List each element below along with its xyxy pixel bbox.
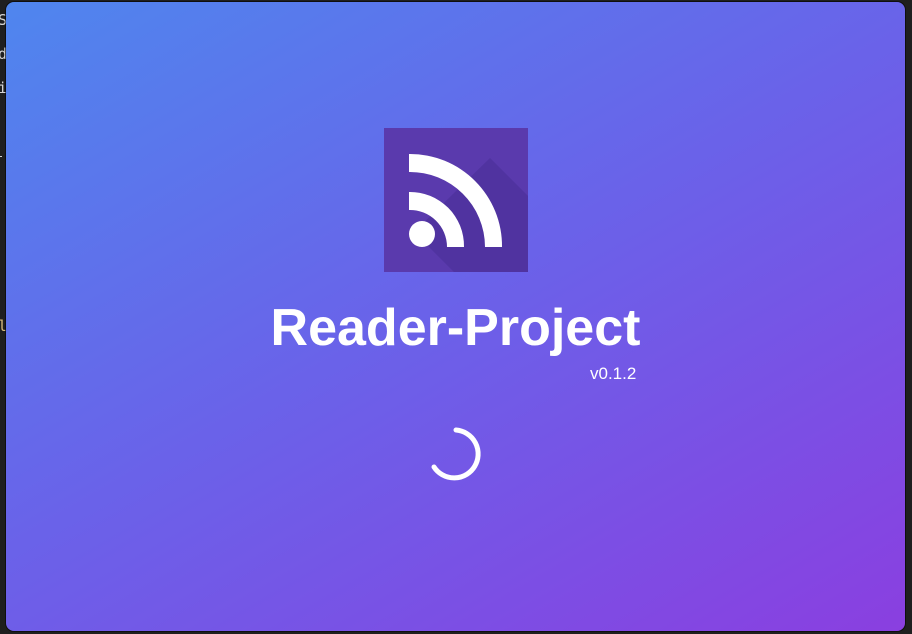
splash-screen: Reader-Project v0.1.2 <box>6 2 905 631</box>
rss-icon <box>409 153 503 247</box>
app-version: v0.1.2 <box>590 364 637 383</box>
app-logo <box>384 128 528 272</box>
app-title: Reader-Project <box>270 299 641 357</box>
editor-line-marker <box>0 156 2 157</box>
loading-spinner-icon <box>431 427 481 481</box>
